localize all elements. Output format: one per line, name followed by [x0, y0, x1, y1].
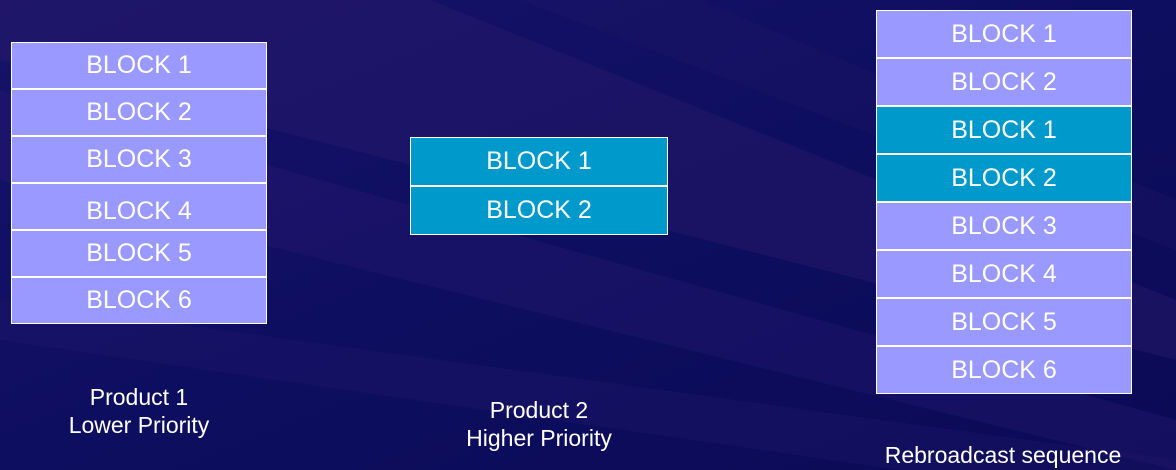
rebroadcast-block-stack: BLOCK 1 BLOCK 2 BLOCK 1 BLOCK 2 BLOCK 3 … [876, 10, 1132, 394]
product-1-name: Product 1 [89, 384, 189, 410]
rebroadcast-block: BLOCK 1 [876, 10, 1132, 58]
rebroadcast-block: BLOCK 4 [876, 250, 1132, 298]
product-2-block: BLOCK 2 [410, 186, 668, 235]
product-1-block: BLOCK 5 [11, 230, 267, 277]
rebroadcast-block: BLOCK 2 [876, 154, 1132, 202]
rebroadcast-block: BLOCK 2 [876, 58, 1132, 106]
product-1-block: BLOCK 3 [11, 136, 267, 183]
rebroadcast-block: BLOCK 1 [876, 106, 1132, 154]
product-1-block: BLOCK 2 [11, 89, 267, 136]
product-2-priority: Higher Priority [466, 425, 612, 451]
product-1-block-stack: BLOCK 1 BLOCK 2 BLOCK 3 BLOCK 4 BLOCK 5 … [11, 42, 267, 324]
rebroadcast-block: BLOCK 6 [876, 346, 1132, 394]
product-1-caption: Product 1 Lower Priority [39, 383, 239, 439]
product-2-name: Product 2 [489, 397, 589, 423]
rebroadcast-block: BLOCK 5 [876, 298, 1132, 346]
product-1-block: BLOCK 1 [11, 42, 267, 89]
product-1-priority: Lower Priority [68, 412, 210, 438]
product-2-block: BLOCK 1 [410, 137, 668, 186]
rebroadcast-block: BLOCK 3 [876, 202, 1132, 250]
product-2-block-stack: BLOCK 1 BLOCK 2 [410, 137, 668, 235]
product-1-block: BLOCK 4 [11, 183, 267, 230]
rebroadcast-caption: Rebroadcast sequence [884, 442, 1122, 468]
product-1-block: BLOCK 6 [11, 277, 267, 324]
product-2-caption: Product 2 Higher Priority [432, 396, 646, 452]
